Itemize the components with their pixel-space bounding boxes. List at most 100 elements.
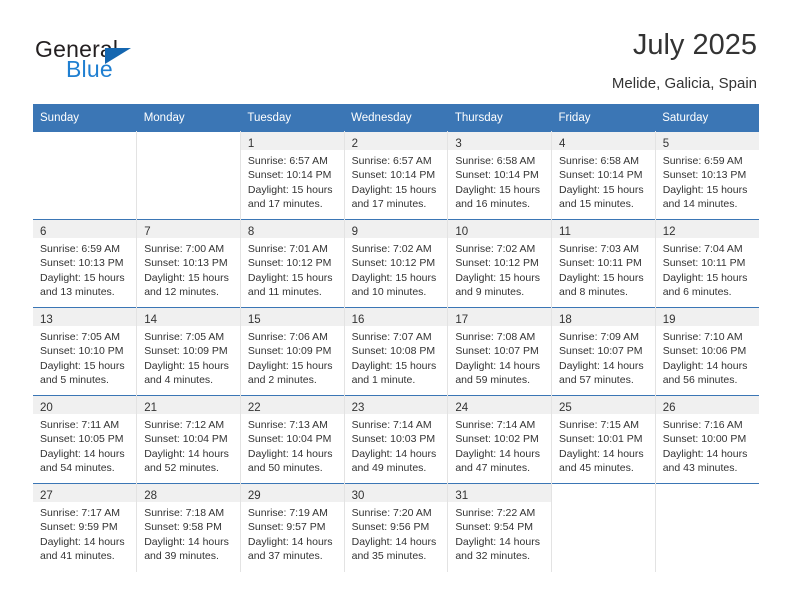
- day-number-band: 31: [448, 484, 552, 502]
- calendar-day-cell[interactable]: 11 Sunrise: 7:03 AM Sunset: 10:11 PM Daylig…: [551, 219, 656, 308]
- day-detail-line: Sunset: 9:57 PM: [247, 521, 326, 534]
- day-number: 17: [455, 314, 469, 326]
- day-detail-line: Daylight: 14 hours: [144, 447, 229, 460]
- calendar-day-cell[interactable]: 17 Sunrise: 7:08 AM Sunset: 10:07 PM Daylig…: [447, 307, 553, 396]
- day-detail-line: and 17 minutes.: [247, 198, 323, 211]
- day-details: Sunrise: 7:02 AM Sunset: 10:12 PM Daylight…: [345, 238, 448, 300]
- calendar-day-cell[interactable]: 7 Sunrise: 7:00 AM Sunset: 10:13 PM Dayligh…: [136, 219, 241, 308]
- day-detail-line: Sunset: 10:07 PM: [455, 345, 539, 358]
- day-detail-line: and 13 minutes.: [40, 286, 115, 299]
- calendar-day-cell[interactable]: 15 Sunrise: 7:06 AM Sunset: 10:09 PM Daylig…: [240, 307, 345, 396]
- day-details: Sunrise: 7:08 AM Sunset: 10:07 PM Daylight…: [448, 326, 551, 388]
- calendar-day-cell[interactable]: 8 Sunrise: 7:01 AM Sunset: 10:12 PM Dayligh…: [240, 219, 345, 308]
- calendar-day-cell[interactable]: 10 Sunrise: 7:02 AM Sunset: 10:12 PM Daylig…: [447, 219, 553, 308]
- day-detail-line: Sunrise: 7:07 AM: [351, 331, 432, 343]
- calendar-day-cell-empty: [33, 131, 138, 220]
- calendar-day-cell[interactable]: 30 Sunrise: 7:20 AM Sunset: 9:56 PM Dayligh…: [344, 483, 449, 572]
- logo-text-blue: Blue: [66, 56, 113, 82]
- day-detail-line: Sunset: 10:04 PM: [144, 433, 228, 446]
- day-detail-line: Daylight: 14 hours: [40, 535, 125, 548]
- day-detail-line: and 49 minutes.: [351, 462, 427, 475]
- calendar-day-cell[interactable]: 21 Sunrise: 7:12 AM Sunset: 10:04 PM Daylig…: [136, 395, 241, 484]
- calendar-day-cell[interactable]: 2 Sunrise: 6:57 AM Sunset: 10:14 PM Dayligh…: [344, 131, 449, 220]
- calendar-week-row: 13 Sunrise: 7:05 AM Sunset: 10:10 PM Daylig…: [33, 307, 759, 396]
- day-detail-line: Sunset: 10:14 PM: [247, 169, 332, 182]
- day-detail-line: and 45 minutes.: [559, 462, 634, 475]
- weekday-header-wednesday: Wednesday: [344, 104, 448, 132]
- calendar-day-cell[interactable]: 18 Sunrise: 7:09 AM Sunset: 10:07 PM Daylig…: [551, 307, 656, 396]
- general-blue-logo[interactable]: General Blue: [35, 36, 255, 92]
- day-detail-line: Daylight: 14 hours: [455, 447, 540, 460]
- day-number: 21: [144, 402, 157, 414]
- day-detail-line: Daylight: 15 hours: [351, 359, 437, 372]
- day-detail-line: Sunrise: 7:09 AM: [559, 331, 639, 343]
- day-detail-line: and 35 minutes.: [351, 550, 427, 563]
- calendar-day-cell[interactable]: 3 Sunrise: 6:58 AM Sunset: 10:14 PM Dayligh…: [447, 131, 553, 220]
- day-detail-line: and 56 minutes.: [662, 374, 738, 387]
- calendar-day-cell[interactable]: 24 Sunrise: 7:14 AM Sunset: 10:02 PM Daylig…: [447, 395, 553, 484]
- day-number-band: [137, 132, 240, 150]
- day-detail-line: and 57 minutes.: [559, 374, 634, 387]
- day-detail-line: Sunrise: 7:16 AM: [662, 419, 743, 431]
- calendar-day-cell[interactable]: 12 Sunrise: 7:04 AM Sunset: 10:11 PM Daylig…: [655, 219, 759, 308]
- calendar-day-cell[interactable]: 31 Sunrise: 7:22 AM Sunset: 9:54 PM Dayligh…: [447, 483, 553, 572]
- day-number: 3: [455, 138, 462, 150]
- calendar-header-row: Sunday Monday Tuesday Wednesday Thursday Frid…: [33, 104, 759, 132]
- day-detail-line: Sunrise: 7:05 AM: [144, 331, 225, 343]
- day-number: 24: [455, 402, 469, 414]
- day-number-band: 28: [137, 484, 240, 502]
- calendar-day-cell-empty: [136, 131, 241, 220]
- day-detail-line: Sunset: 10:09 PM: [247, 345, 332, 358]
- weekday-header-sunday: Sunday: [33, 104, 137, 132]
- day-number: 30: [351, 490, 365, 502]
- calendar-day-cell[interactable]: 4 Sunrise: 6:58 AM Sunset: 10:14 PM Dayligh…: [551, 131, 656, 220]
- day-number: 13: [40, 314, 53, 326]
- calendar-day-cell[interactable]: 16 Sunrise: 7:07 AM Sunset: 10:08 PM Daylig…: [344, 307, 449, 396]
- calendar-day-cell[interactable]: 20 Sunrise: 7:11 AM Sunset: 10:05 PM Daylig…: [33, 395, 138, 484]
- calendar-day-cell[interactable]: 13 Sunrise: 7:05 AM Sunset: 10:10 PM Daylig…: [33, 307, 138, 396]
- day-number-band: [552, 484, 655, 502]
- day-number-band: 16: [344, 308, 448, 326]
- day-number-band: 15: [240, 308, 344, 326]
- calendar-day-cell[interactable]: 27 Sunrise: 7:17 AM Sunset: 9:59 PM Dayligh…: [33, 483, 138, 572]
- day-detail-line: Daylight: 14 hours: [662, 359, 748, 372]
- day-detail-line: Daylight: 14 hours: [247, 447, 333, 460]
- calendar-day-cell[interactable]: 23 Sunrise: 7:14 AM Sunset: 10:03 PM Daylig…: [344, 395, 449, 484]
- day-number-band: 26: [655, 396, 759, 414]
- day-detail-line: and 54 minutes.: [40, 462, 115, 475]
- day-details: Sunrise: 7:20 AM Sunset: 9:56 PM Daylight:…: [345, 502, 448, 564]
- calendar-body: 1 Sunrise: 6:57 AM Sunset: 10:14 PM Dayligh…: [33, 131, 759, 572]
- calendar-day-cell[interactable]: 1 Sunrise: 6:57 AM Sunset: 10:14 PM Dayligh…: [240, 131, 345, 220]
- calendar-day-cell[interactable]: 19 Sunrise: 7:10 AM Sunset: 10:06 PM Daylig…: [655, 307, 759, 396]
- day-detail-line: Sunset: 9:58 PM: [144, 521, 222, 534]
- calendar-week-row: 27 Sunrise: 7:17 AM Sunset: 9:59 PM Dayligh…: [33, 483, 759, 572]
- calendar-day-cell[interactable]: 9 Sunrise: 7:02 AM Sunset: 10:12 PM Dayligh…: [344, 219, 449, 308]
- day-detail-line: Sunrise: 7:06 AM: [247, 331, 328, 343]
- day-detail-line: Sunset: 10:07 PM: [559, 345, 643, 358]
- day-number-band: 4: [552, 132, 655, 150]
- calendar-day-cell[interactable]: 29 Sunrise: 7:19 AM Sunset: 9:57 PM Dayligh…: [240, 483, 345, 572]
- calendar-day-cell[interactable]: 22 Sunrise: 7:13 AM Sunset: 10:04 PM Daylig…: [240, 395, 345, 484]
- calendar-day-cell[interactable]: 6 Sunrise: 6:59 AM Sunset: 10:13 PM Dayligh…: [33, 219, 138, 308]
- day-details: Sunrise: 7:14 AM Sunset: 10:02 PM Daylight…: [448, 414, 551, 476]
- day-number: 15: [247, 314, 261, 326]
- calendar-day-cell[interactable]: 5 Sunrise: 6:59 AM Sunset: 10:13 PM Dayligh…: [655, 131, 759, 220]
- calendar-day-cell[interactable]: 28 Sunrise: 7:18 AM Sunset: 9:58 PM Dayligh…: [136, 483, 241, 572]
- day-number-band: 12: [655, 220, 759, 238]
- day-number: 16: [351, 314, 365, 326]
- day-number-band: 2: [344, 132, 448, 150]
- day-details: Sunrise: 7:05 AM Sunset: 10:09 PM Daylight…: [137, 326, 240, 388]
- day-detail-line: and 37 minutes.: [247, 550, 323, 563]
- day-number-band: 7: [137, 220, 240, 238]
- day-detail-line: and 50 minutes.: [247, 462, 323, 475]
- day-details: [656, 502, 759, 506]
- calendar-day-cell[interactable]: 14 Sunrise: 7:05 AM Sunset: 10:09 PM Daylig…: [136, 307, 241, 396]
- day-detail-line: Daylight: 15 hours: [40, 359, 125, 372]
- calendar-day-cell[interactable]: 25 Sunrise: 7:15 AM Sunset: 10:01 PM Daylig…: [551, 395, 656, 484]
- day-detail-line: Daylight: 15 hours: [144, 271, 229, 284]
- day-details: Sunrise: 7:17 AM Sunset: 9:59 PM Daylight:…: [33, 502, 136, 564]
- day-number-band: 6: [33, 220, 137, 238]
- day-detail-line: Sunset: 10:12 PM: [351, 257, 436, 270]
- day-details: Sunrise: 7:15 AM Sunset: 10:01 PM Daylight…: [552, 414, 655, 476]
- calendar-day-cell[interactable]: 26 Sunrise: 7:16 AM Sunset: 10:00 PM Daylig…: [655, 395, 759, 484]
